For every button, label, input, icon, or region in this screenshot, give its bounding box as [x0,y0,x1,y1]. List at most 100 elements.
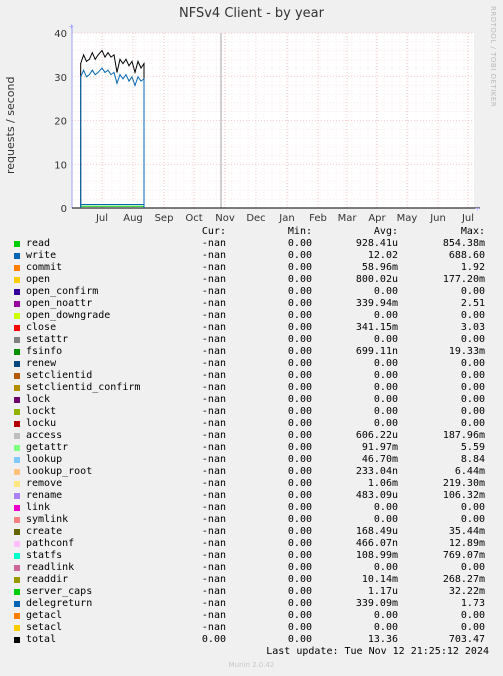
cur-value: -nan [201,550,226,561]
cur-value: -nan [201,526,226,537]
max-value: 0.00 [460,418,485,429]
series-name: link [26,502,51,513]
data-point-write [116,82,118,84]
data-point-total [119,58,121,60]
series-name: readdir [26,574,69,585]
header-min: Min: [287,226,312,237]
legend-row-delegreturn: delegreturn -nan 0.00 339.09m 1.73 [0,598,503,610]
avg-value: 800.02u [355,274,398,285]
min-value: 0.00 [287,610,312,621]
legend-swatch [14,469,20,475]
legend-swatch [14,493,20,499]
min-value: 0.00 [287,394,312,405]
min-value: 0.00 [287,322,312,333]
avg-value: 12.02 [367,250,398,261]
legend-swatch [14,541,20,547]
cur-value: -nan [201,358,226,369]
legend-swatch [14,253,20,259]
cur-value: -nan [201,622,226,633]
legend-row-getattr: getattr -nan 0.00 91.97m 5.59 [0,442,503,454]
max-value: 688.60 [448,250,485,261]
min-value: 0.00 [287,370,312,381]
avg-value: 466.07n [355,538,398,549]
avg-value: 928.41u [355,238,398,249]
avg-value: 606.22u [355,430,398,441]
min-value: 0.00 [287,418,312,429]
legend-row-write: write -nan 0.00 12.02 688.60 [0,250,503,262]
min-value: 0.00 [287,490,312,501]
max-value: 106.32m [442,490,485,501]
max-value: 0.00 [460,622,485,633]
min-value: 0.00 [287,334,312,345]
data-point-write [101,67,103,69]
data-point-write [107,69,109,71]
series-name: lookup_root [26,466,93,477]
x-tick-label: Aug [123,213,143,224]
data-point-write [122,78,124,80]
y-tick-label: 10 [54,160,67,171]
data-point-write [97,72,99,73]
avg-value: 0.00 [373,418,398,429]
cur-value: -nan [201,502,226,513]
max-value: 3.03 [460,322,485,333]
data-point-delegreturn [143,204,145,205]
cur-value: -nan [201,454,226,465]
series-name: getattr [26,442,69,453]
legend-row-open: open -nan 0.00 800.02u 177.20m [0,274,503,286]
data-point-write [80,76,82,78]
legend-row-server-caps: server_caps -nan 0.00 1.17u 32.22m [0,586,503,598]
data-point-total [122,63,124,64]
data-point-write [86,76,87,78]
legend-row-setclientid: setclientid -nan 0.00 0.00 0.00 [0,370,503,382]
series-name: rename [26,490,63,501]
avg-value: 341.15m [355,322,398,333]
max-value: 0.00 [460,334,485,345]
cur-value: -nan [201,238,226,249]
max-value: 0.00 [460,514,485,525]
avg-value: 0.00 [373,286,398,297]
data-point-write [134,85,136,86]
avg-value: 13.36 [367,634,398,645]
cur-value: -nan [201,298,226,309]
data-point-write [131,76,133,78]
legend-swatch [14,265,20,271]
max-value: 0.00 [460,382,485,393]
max-value: 0.00 [460,310,485,321]
avg-value: 699.11n [355,346,398,357]
min-value: 0.00 [287,238,312,249]
data-point-total [110,56,112,58]
legend-swatch [14,565,20,571]
legend-row-renew: renew -nan 0.00 0.00 0.00 [0,358,503,370]
y-tick-label: 30 [54,73,67,84]
avg-value: 91.97m [361,442,398,453]
min-value: 0.00 [287,634,312,645]
avg-value: 0.00 [373,562,398,573]
data-point-delegreturn [80,204,82,205]
data-point-total [104,56,106,58]
avg-value: 0.00 [373,610,398,621]
series-name: open_downgrade [26,310,111,321]
avg-value: 1.17u [367,586,398,597]
cur-value: -nan [201,322,226,333]
data-point-total [128,65,130,67]
legend-swatch [14,553,20,559]
max-value: 35.44m [448,526,485,537]
data-point-write [83,69,84,71]
series-name: getacl [26,610,63,621]
series-name: locku [26,418,57,429]
header-cur: Cur: [201,226,226,237]
max-value: 0.00 [460,610,485,621]
avg-value: 339.09m [355,598,398,609]
legend-swatch [14,241,20,247]
series-name: delegreturn [26,598,93,609]
series-name: readlink [26,562,75,573]
legend-swatch [14,277,20,283]
legend-row-locku: locku -nan 0.00 0.00 0.00 [0,418,503,430]
data-point-total [116,72,118,73]
legend-row-readlink: readlink -nan 0.00 0.00 0.00 [0,562,503,574]
x-tick-label: Nov [215,213,235,224]
legend-row-setclientid-confirm: setclientid_confirm -nan 0.00 0.00 0.00 [0,382,503,394]
data-point-write [110,74,112,75]
series-name: commit [26,262,63,273]
data-point-total [134,72,136,73]
